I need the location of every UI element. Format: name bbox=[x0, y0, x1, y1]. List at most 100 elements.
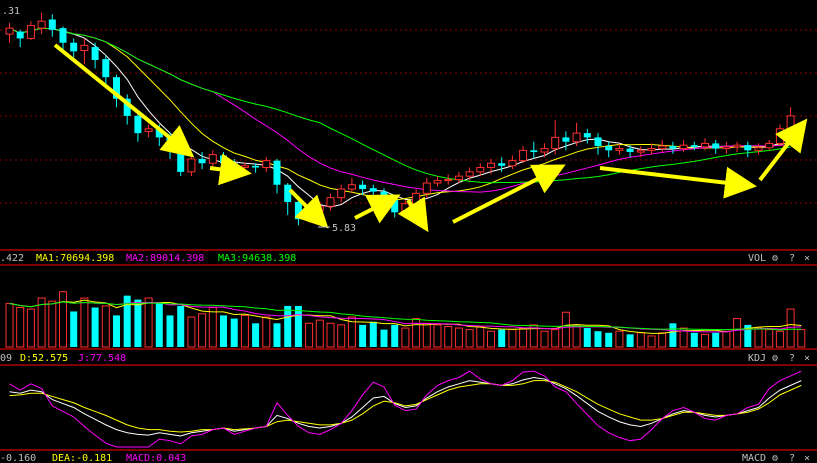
candle-body bbox=[401, 203, 410, 213]
volume-bar bbox=[701, 333, 709, 348]
macd-value-label: MACD:0.043 bbox=[126, 453, 186, 463]
candle-body bbox=[626, 148, 634, 153]
kdj-k-line bbox=[9, 376, 802, 437]
volume-bar bbox=[113, 315, 120, 347]
macd-help-icon[interactable]: ? bbox=[789, 453, 795, 463]
price-ma-line bbox=[9, 27, 791, 208]
trend-arrow bbox=[599, 166, 757, 199]
candle-body bbox=[454, 175, 463, 181]
candle-body bbox=[91, 47, 99, 60]
candle-body bbox=[240, 165, 249, 169]
macd-close-icon[interactable]: × bbox=[804, 453, 810, 463]
volume-bar bbox=[380, 329, 388, 347]
kdj-indicator-name: KDJ bbox=[748, 353, 766, 364]
svg-text:-0.160: -0.160 bbox=[0, 453, 36, 463]
trend-arrow bbox=[53, 43, 195, 158]
candle-body bbox=[679, 144, 688, 150]
price-candles bbox=[5, 12, 795, 226]
volume-bar bbox=[626, 334, 634, 347]
low-price-marker: 5.83 bbox=[318, 223, 356, 234]
volume-bar bbox=[369, 321, 377, 347]
candle-body bbox=[722, 146, 731, 150]
volume-bar bbox=[101, 305, 110, 348]
volume-close-icon[interactable]: × bbox=[804, 253, 810, 264]
candle-body bbox=[26, 25, 35, 39]
volume-bar bbox=[70, 311, 78, 347]
volume-bar bbox=[487, 330, 495, 348]
candle-body bbox=[701, 142, 709, 148]
candle-body bbox=[658, 145, 667, 150]
kdj-help-icon[interactable]: ? bbox=[789, 353, 795, 364]
kdj-d-line bbox=[9, 380, 802, 433]
volume-bar bbox=[262, 316, 271, 348]
volume-bar bbox=[284, 305, 292, 347]
volume-bar bbox=[16, 307, 25, 348]
volume-bar bbox=[326, 322, 335, 348]
volume-help-icon[interactable]: ? bbox=[789, 253, 795, 264]
volume-bar bbox=[391, 324, 399, 347]
volume-bar bbox=[359, 324, 367, 347]
candle-body bbox=[465, 171, 474, 177]
candle-body bbox=[712, 143, 720, 149]
candle-body bbox=[412, 192, 421, 205]
candle-body bbox=[669, 146, 677, 149]
volume-bar bbox=[712, 332, 720, 347]
svg-text:09: 09 bbox=[0, 353, 12, 364]
candle-body bbox=[70, 42, 78, 52]
volume-legend: .422 MA1:70694.398 MA2:89014.398 MA3:946… bbox=[0, 253, 296, 264]
candle-body bbox=[16, 31, 24, 39]
kdj-settings-icon[interactable]: ⚙ bbox=[771, 353, 778, 364]
volume-bar bbox=[454, 327, 463, 348]
volume-bar bbox=[540, 330, 549, 348]
volume-indicator-name: VOL bbox=[748, 253, 766, 264]
volume-bar bbox=[583, 328, 591, 347]
kdj-d-label: D:52.575 bbox=[20, 353, 68, 364]
volume-bar bbox=[647, 335, 656, 348]
stock-chart: .31 5.83 .422 MA1:70694.398 MA2:89014.39… bbox=[0, 6, 817, 463]
panel-separators bbox=[0, 249, 817, 451]
candle-body bbox=[326, 197, 335, 207]
candle-body bbox=[102, 59, 110, 78]
candle-body bbox=[59, 28, 67, 43]
candle-body bbox=[252, 165, 260, 168]
candle-body bbox=[5, 27, 14, 35]
vol-ma3-label: MA3:94638.398 bbox=[218, 253, 296, 264]
volume-bar bbox=[775, 330, 784, 348]
candle-body bbox=[337, 188, 346, 199]
volume-bar bbox=[551, 329, 560, 348]
candle-body bbox=[583, 133, 591, 138]
candle-body bbox=[636, 149, 645, 153]
volume-bar bbox=[401, 327, 410, 348]
candle-body bbox=[605, 146, 613, 151]
svg-text:5.83: 5.83 bbox=[332, 223, 356, 234]
candle-body bbox=[220, 155, 227, 164]
candle-body bbox=[422, 182, 431, 194]
candle-body bbox=[562, 137, 570, 142]
volume-bar bbox=[220, 315, 227, 347]
candle-body bbox=[187, 158, 196, 173]
price-gridlines bbox=[0, 29, 817, 204]
candle-body bbox=[615, 148, 624, 151]
volume-bar bbox=[198, 313, 207, 348]
candle-body bbox=[572, 132, 581, 143]
volume-bar bbox=[519, 327, 528, 348]
volume-bar bbox=[508, 329, 517, 348]
volume-bar bbox=[26, 308, 35, 348]
volume-bar bbox=[252, 323, 260, 347]
candle-body bbox=[498, 163, 506, 166]
volume-bar bbox=[476, 325, 485, 348]
volume-bar bbox=[144, 297, 153, 348]
candle-body bbox=[359, 184, 367, 190]
kdj-close-icon[interactable]: × bbox=[804, 353, 810, 364]
candle-body bbox=[80, 44, 89, 51]
macd-settings-icon[interactable]: ⚙ bbox=[771, 453, 778, 463]
volume-bar bbox=[658, 332, 667, 348]
volume-bar bbox=[465, 329, 474, 348]
candle-body bbox=[369, 188, 377, 192]
volume-bar bbox=[5, 303, 14, 348]
volume-settings-icon[interactable]: ⚙ bbox=[771, 253, 778, 264]
volume-bar bbox=[155, 303, 163, 347]
volume-bar bbox=[337, 324, 346, 348]
candle-body bbox=[594, 137, 602, 147]
volume-bar bbox=[444, 325, 453, 348]
